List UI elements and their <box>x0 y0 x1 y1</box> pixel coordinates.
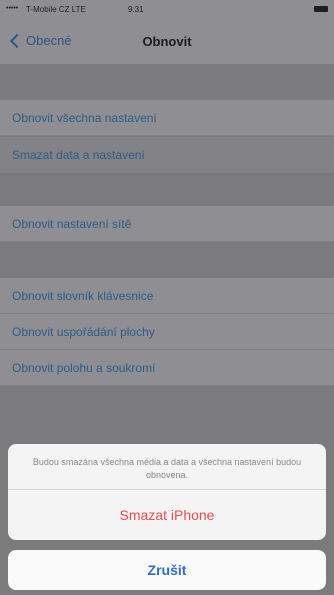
list-item-reset-all-settings[interactable]: Obnovit všechna nastavení <box>0 100 334 136</box>
cancel-button[interactable]: Zrušit <box>8 550 326 590</box>
navigation-bar: Obecné Obnovit <box>0 20 334 65</box>
page-title: Obnovit <box>142 34 192 49</box>
list-item-erase-content-settings[interactable]: Smazat data a nastavení <box>0 137 334 173</box>
status-bar: ••••• T-Mobile CZ LTE 9:31 <box>0 0 334 20</box>
list-item-reset-keyboard-dictionary[interactable]: Obnovit slovník klávesnice <box>0 278 334 314</box>
list-item-reset-location-privacy[interactable]: Obnovit polohu a soukromí <box>0 350 334 386</box>
list-item-reset-home-layout[interactable]: Obnovit uspořádání plochy <box>0 314 334 350</box>
action-sheet-message: Budou smazána všechna média a data a vše… <box>8 444 326 490</box>
erase-iphone-button[interactable]: Smazat iPhone <box>8 490 326 540</box>
carrier-label: T-Mobile CZ LTE <box>26 5 86 14</box>
status-time: 9:31 <box>128 5 144 14</box>
list-item-reset-network-settings[interactable]: Obnovit nastavení sítě <box>0 206 334 242</box>
action-sheet: Budou smazána všechna média a data a vše… <box>8 444 326 540</box>
battery-icon <box>314 6 328 12</box>
signal-strength-icon: ••••• <box>6 5 19 12</box>
